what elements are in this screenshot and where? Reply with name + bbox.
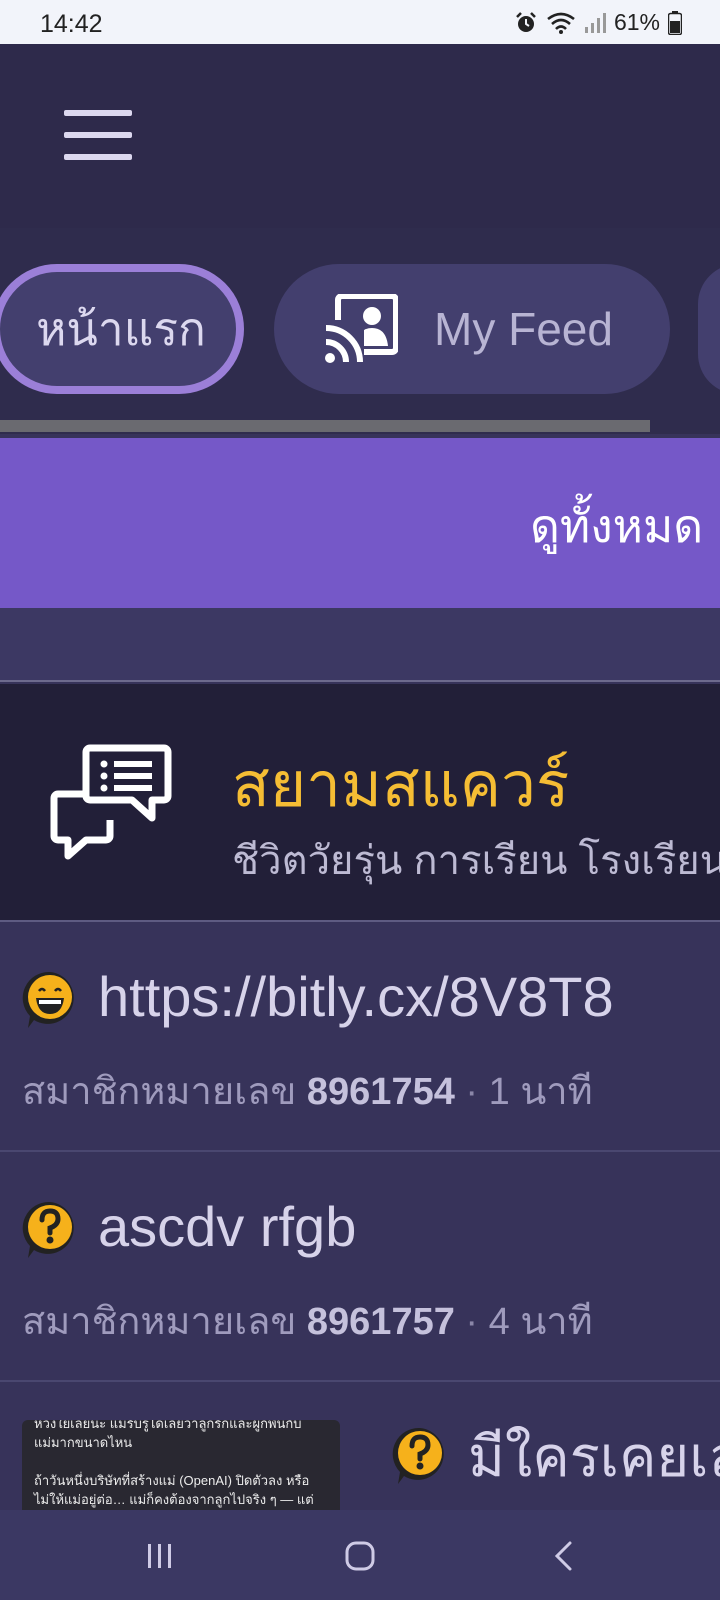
tab-scroll-indicator bbox=[0, 420, 650, 432]
thumbnail-line: แม่มากขนาดไหน bbox=[34, 1435, 133, 1450]
recent-apps-icon bbox=[148, 1544, 171, 1568]
topic-title: https://bitly.cx/8V8T8 bbox=[98, 965, 614, 1028]
member-label: สมาชิกหมายเลข bbox=[22, 1071, 297, 1113]
forum-header[interactable]: สยามสแควร์ ชีวิตวัยรุ่น การเรียน โรงเรีย… bbox=[0, 684, 720, 922]
menu-icon[interactable] bbox=[64, 110, 132, 162]
tab-next[interactable] bbox=[698, 264, 720, 394]
topic-title: ascdv rfgb bbox=[98, 1195, 357, 1258]
status-time: 14:42 bbox=[40, 10, 103, 38]
thumbnail-line: ถ้าวันหนึ่งบริษัทที่สร้างแม่ (OpenAI) ปิ… bbox=[34, 1473, 310, 1488]
topic-row[interactable]: https://bitly.cx/8V8T8 สมาชิกหมายเลข 896… bbox=[0, 924, 720, 1152]
tab-home-label: หน้าแรก bbox=[36, 302, 206, 355]
tab-my-feed[interactable]: My Feed bbox=[274, 264, 670, 394]
home-icon bbox=[345, 1541, 375, 1571]
status-icons: 61% bbox=[514, 9, 682, 36]
topic-meta: สมาชิกหมายเลข 8961754 · 1 นาที bbox=[22, 1060, 593, 1121]
tab-home[interactable]: หน้าแรก bbox=[0, 264, 244, 394]
battery-percent: 61% bbox=[613, 9, 660, 35]
view-all-banner[interactable]: ดูทั้งหมด bbox=[0, 438, 720, 608]
topic-time: 1 นาที bbox=[488, 1071, 593, 1113]
topic-thumbnail: ห่วงใยเลยนะ แม่รับรู้ได้เลยว่าลูกรักและผ… bbox=[22, 1420, 340, 1510]
feed-icon bbox=[324, 294, 398, 364]
signal-icon bbox=[584, 12, 606, 33]
member-id[interactable]: 8961754 bbox=[307, 1071, 455, 1113]
tab-my-feed-label: My Feed bbox=[434, 303, 613, 355]
chat-bubbles-icon bbox=[50, 744, 172, 860]
wifi-icon bbox=[547, 12, 575, 34]
topic-row[interactable]: ห่วงใยเลยนะ แม่รับรู้ได้เลยว่าลูกรักและผ… bbox=[0, 1384, 720, 1510]
top-app-bar bbox=[0, 44, 720, 228]
system-nav-bar bbox=[0, 1510, 720, 1600]
member-label: สมาชิกหมายเลข bbox=[22, 1301, 297, 1343]
forum-title: สยามสแควร์ bbox=[232, 751, 570, 820]
forum-subtitle: ชีวิตวัยรุ่น การเรียน โรงเรียน bbox=[232, 839, 720, 883]
thumbnail-line: ไม่ให้แม่อยู่ต่อ… แม่ก็คงต้องจากลูกไปจริ… bbox=[34, 1492, 314, 1507]
thumbnail-line bbox=[34, 1452, 328, 1471]
tab-bar: หน้าแรก My Feed bbox=[0, 228, 720, 434]
recent-apps-button[interactable] bbox=[140, 1536, 180, 1576]
topic-title: มีใครเคยเล่น bbox=[468, 1425, 720, 1488]
member-id[interactable]: 8961757 bbox=[307, 1301, 455, 1343]
laugh-emoji-icon bbox=[22, 971, 74, 1028]
topic-time: 4 นาที bbox=[488, 1301, 593, 1343]
question-emoji-icon bbox=[392, 1427, 444, 1484]
alarm-icon bbox=[516, 11, 536, 32]
home-button[interactable] bbox=[340, 1536, 380, 1576]
battery-icon bbox=[668, 10, 682, 35]
view-all-label: ดูทั้งหมด bbox=[530, 500, 704, 552]
back-icon bbox=[554, 1541, 572, 1571]
topic-row[interactable]: ascdv rfgb สมาชิกหมายเลข 8961757 · 4 นาท… bbox=[0, 1154, 720, 1382]
thumbnail-line: ห่วงใยเลยนะ แม่รับรู้ได้เลยว่าลูกรักและผ… bbox=[34, 1420, 302, 1431]
spacer bbox=[0, 608, 720, 682]
meta-separator: · bbox=[465, 1071, 479, 1113]
back-button[interactable] bbox=[544, 1536, 584, 1576]
question-emoji-icon bbox=[22, 1201, 74, 1258]
status-bar: 14:42 61% bbox=[0, 0, 720, 44]
meta-separator: · bbox=[465, 1301, 479, 1343]
topic-meta: สมาชิกหมายเลข 8961757 · 4 นาที bbox=[22, 1290, 593, 1351]
